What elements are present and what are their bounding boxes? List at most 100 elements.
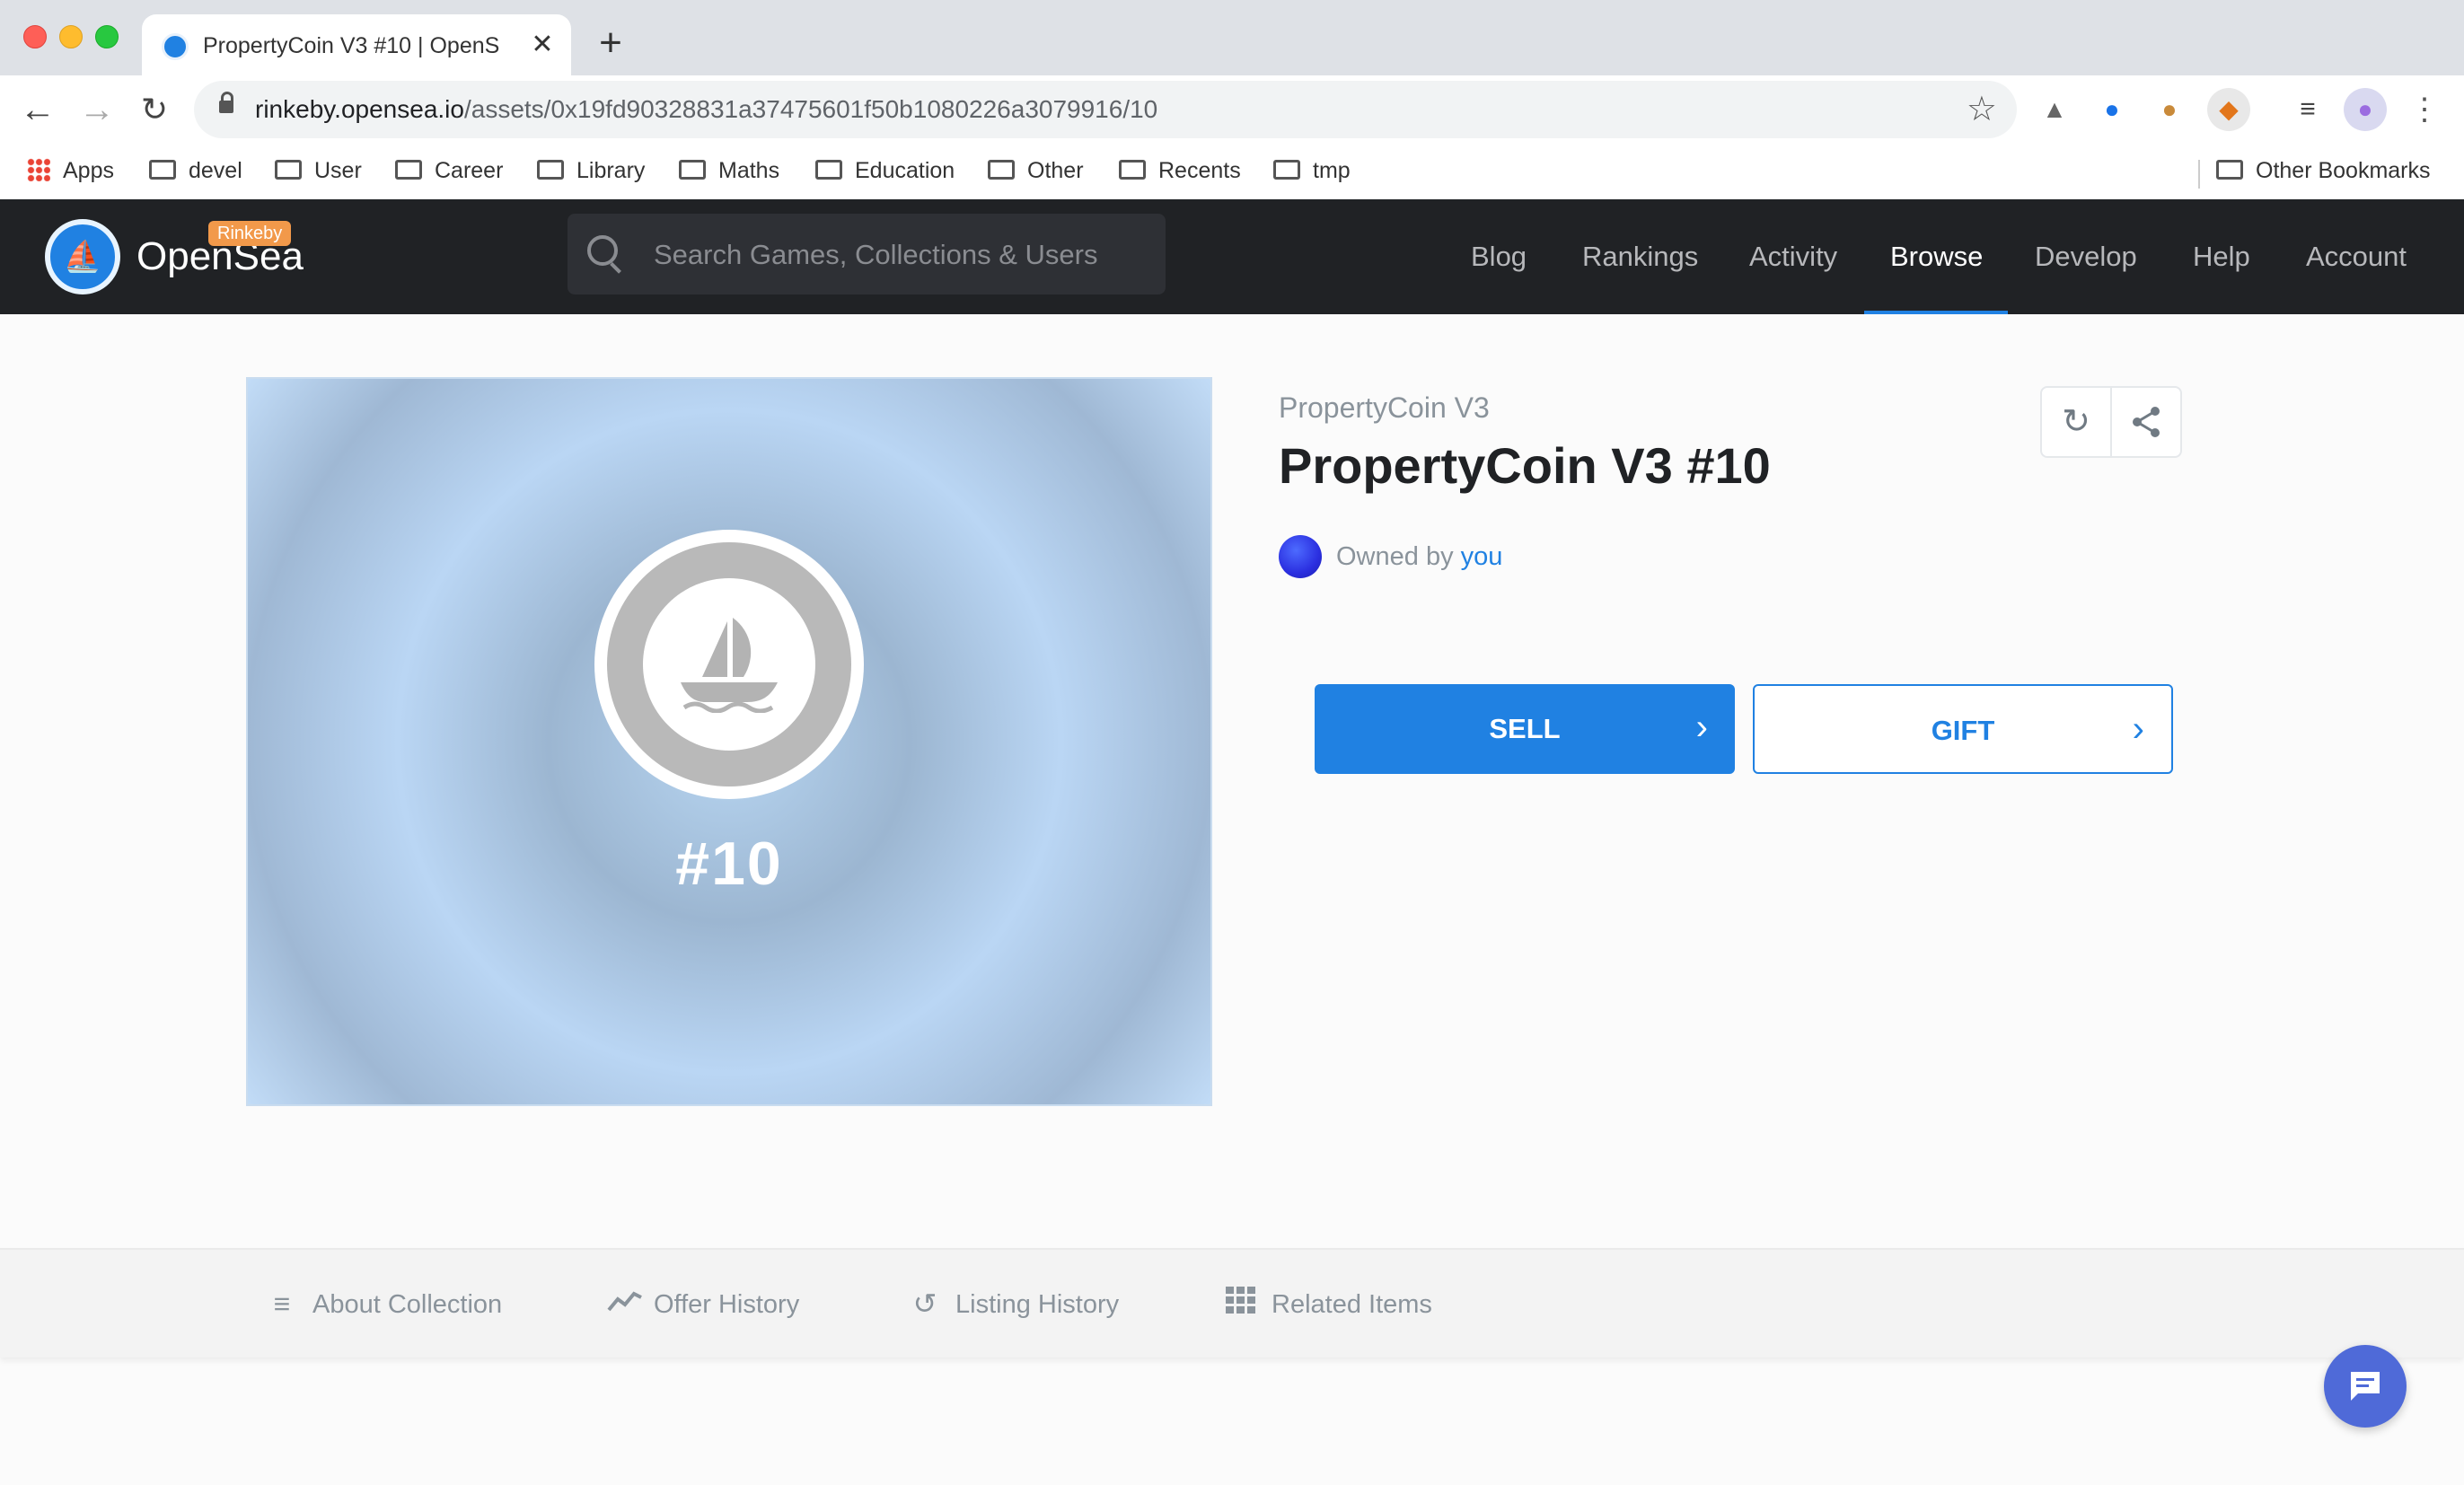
bookmark-label: Library (576, 158, 646, 183)
globe-extension-icon[interactable]: ● (2090, 88, 2134, 131)
bookmark-apps[interactable]: Apps (27, 153, 114, 189)
coin-graphic (594, 530, 864, 799)
gift-label: GIFT (1931, 715, 1995, 746)
asset-tabs-bar: ≡ About Collection Offer History ↺ Listing… (0, 1248, 2464, 1358)
chat-bubble-icon (2351, 1372, 2380, 1401)
tab-related-items[interactable]: Related Items (1225, 1282, 1432, 1327)
folder-icon (1273, 160, 1300, 180)
menu-kebab-icon[interactable]: ⋮ (2403, 88, 2446, 131)
folder-icon (275, 160, 302, 180)
bookmark-folder-recents[interactable]: Recents (1119, 153, 1241, 189)
tab-offer-history[interactable]: Offer History (607, 1282, 799, 1327)
site-search (568, 214, 1166, 294)
bookmark-label: tmp (1313, 158, 1351, 183)
bookmarks-bar: Apps devel User Career Library Maths Edu… (0, 144, 2464, 198)
site-header: ⛵ OpenSea Rinkeby Blog Rankings Activity… (0, 199, 2464, 314)
apps-grid-icon (27, 158, 50, 182)
search-input[interactable] (652, 233, 1140, 277)
lock-icon (219, 92, 233, 113)
folder-icon (679, 160, 706, 180)
sell-label: SELL (1489, 713, 1561, 744)
sell-button[interactable]: SELL › (1315, 684, 1735, 774)
folder-icon (537, 160, 564, 180)
chevron-right-icon: › (1695, 707, 1708, 747)
new-tab-button[interactable]: + (593, 23, 629, 63)
list-icon: ≡ (273, 1287, 291, 1321)
asset-title: PropertyCoin V3 #10 (1279, 437, 1771, 494)
active-nav-indicator (1864, 311, 2008, 314)
window-close-button[interactable] (23, 25, 47, 48)
share-icon[interactable] (2112, 388, 2180, 456)
bookmark-folder-library[interactable]: Library (537, 153, 645, 189)
token-number: #10 (675, 830, 783, 898)
tab-close-icon[interactable]: ✕ (526, 29, 559, 61)
bookmark-label: Career (435, 158, 504, 183)
asset-image[interactable]: #10 (246, 377, 1212, 1106)
tab-listing-history[interactable]: ↺ Listing History (909, 1282, 1120, 1327)
nav-blog[interactable]: Blog (1471, 235, 1527, 278)
bookmark-folder-other[interactable]: Other (988, 153, 1084, 189)
tab-label: About Collection (312, 1290, 503, 1319)
drive-extension-icon[interactable]: ▲ (2033, 88, 2076, 131)
window-minimize-button[interactable] (59, 25, 83, 48)
metamask-fox-icon[interactable]: ◆ (2207, 88, 2250, 131)
media-queue-icon[interactable]: ≡ (2286, 88, 2329, 131)
nav-develop[interactable]: Develop (2035, 235, 2137, 278)
browser-tab-strip: PropertyCoin V3 #10 | OpenSea ✕ + (0, 0, 2464, 75)
opensea-logo-icon[interactable]: ⛵ (45, 219, 120, 294)
url-host: rinkeby.opensea.io (255, 95, 464, 123)
profile-avatar-icon[interactable]: ● (2344, 88, 2387, 131)
window-maximize-button[interactable] (95, 25, 119, 48)
bookmark-star-icon[interactable]: ☆ (1967, 90, 1997, 129)
bookmark-folder-user[interactable]: User (275, 153, 362, 189)
history-icon: ↺ (912, 1287, 937, 1321)
browser-toolbar: ← → ↻ rinkeby.opensea.io/assets/0x19fd90… (0, 75, 2464, 215)
collection-link[interactable]: PropertyCoin V3 (1279, 388, 1490, 427)
nav-browse[interactable]: Browse (1890, 235, 1983, 278)
folder-icon (988, 160, 1015, 180)
reload-icon[interactable]: ↻ (133, 88, 176, 131)
bookmark-folder-career[interactable]: Career (395, 153, 503, 189)
owner-avatar[interactable] (1279, 535, 1322, 578)
folder-icon (149, 160, 176, 180)
bookmark-label: Other Bookmarks (2256, 158, 2431, 183)
bookmark-folder-education[interactable]: Education (815, 153, 955, 189)
forward-arrow-icon[interactable]: → (75, 88, 119, 131)
folder-icon (815, 160, 842, 180)
gift-button[interactable]: GIFT › (1753, 684, 2173, 774)
bookmark-folder-devel[interactable]: devel (149, 153, 242, 189)
back-arrow-icon[interactable]: ← (16, 88, 59, 131)
asset-actions-group: ↻ (2040, 386, 2182, 458)
bookmark-folder-tmp[interactable]: tmp (1273, 153, 1351, 189)
nav-help[interactable]: Help (2193, 235, 2250, 278)
nav-account[interactable]: Account (2306, 235, 2407, 278)
trend-icon (607, 1281, 642, 1326)
bookmark-label: Maths (718, 158, 780, 183)
tab-about-collection[interactable]: ≡ About Collection (266, 1282, 503, 1327)
folder-icon (1119, 160, 1146, 180)
bookmark-label: Apps (63, 158, 114, 183)
address-bar[interactable]: rinkeby.opensea.io/assets/0x19fd90328831… (194, 81, 2017, 138)
tab-title: PropertyCoin V3 #10 | OpenSea (203, 33, 499, 58)
folder-icon (2216, 160, 2243, 180)
cookie-extension-icon[interactable]: ● (2148, 88, 2191, 131)
bookmark-label: User (314, 158, 362, 183)
tab-label: Related Items (1272, 1290, 1432, 1319)
owned-by-label: Owned by (1336, 542, 1454, 571)
refresh-icon[interactable]: ↻ (2042, 388, 2110, 456)
opensea-favicon-icon (162, 33, 189, 60)
tab-label: Offer History (654, 1290, 800, 1319)
bookmark-label: Recents (1158, 158, 1241, 183)
chat-button[interactable] (2324, 1345, 2407, 1428)
bookmark-label: devel (189, 158, 242, 183)
chevron-right-icon: › (2132, 709, 2144, 749)
owner-link[interactable]: you (1461, 542, 1503, 571)
bookmark-folder-other-bookmarks[interactable]: Other Bookmarks (2216, 153, 2431, 189)
browser-tab[interactable]: PropertyCoin V3 #10 | OpenSea ✕ (142, 14, 571, 75)
bookmark-label: Education (855, 158, 955, 183)
folder-icon (395, 160, 422, 180)
nav-rankings[interactable]: Rankings (1582, 235, 1698, 278)
bookmark-folder-maths[interactable]: Maths (679, 153, 779, 189)
nav-activity[interactable]: Activity (1749, 235, 1837, 278)
url-text[interactable]: rinkeby.opensea.io/assets/0x19fd90328831… (255, 93, 1157, 126)
